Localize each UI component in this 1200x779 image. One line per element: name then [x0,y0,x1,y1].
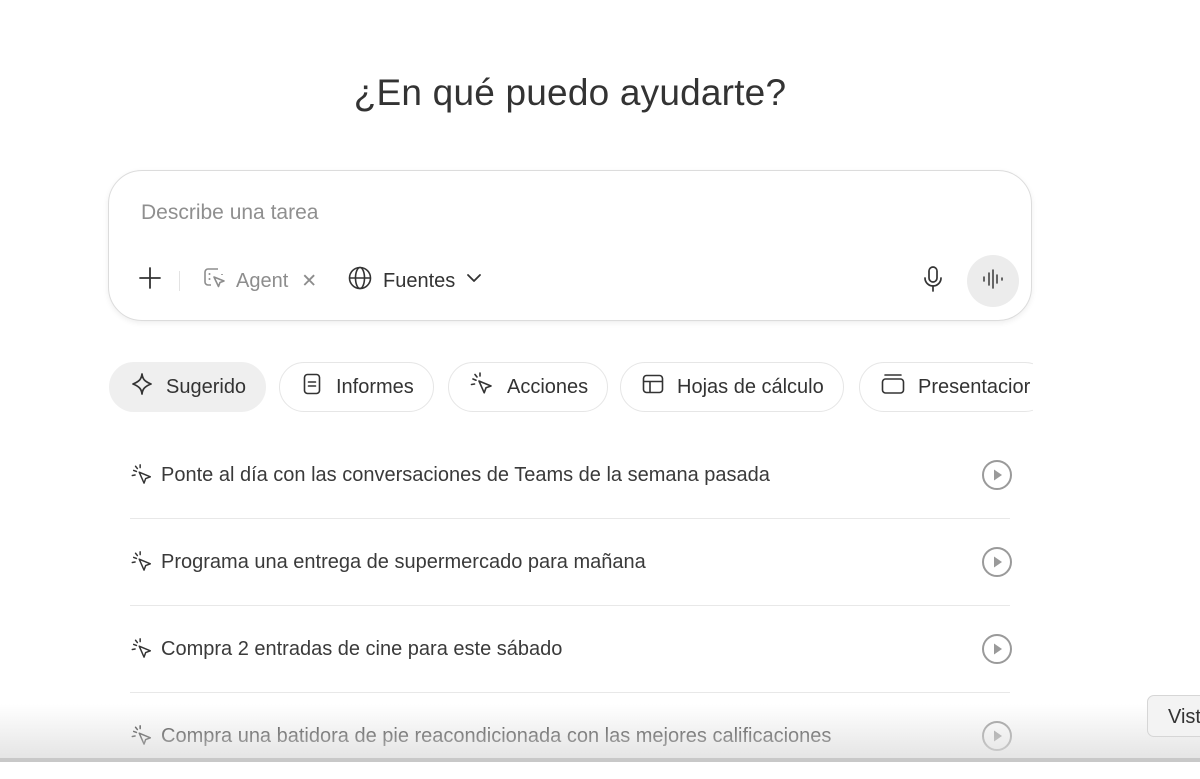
sparkle-icon [130,372,154,402]
bottom-edge [0,758,1200,762]
sound-wave-icon [981,268,1005,295]
slides-icon [880,372,906,402]
suggestion-item[interactable]: Ponte al día con las conversaciones de T… [130,432,1013,519]
microphone-button[interactable] [919,265,947,298]
tooltip: Vist [1147,695,1200,737]
document-icon [300,372,324,402]
suggestion-list: Ponte al día con las conversaciones de T… [130,432,1013,779]
agent-cursor-icon [469,371,495,403]
agent-mode-chip[interactable]: Agent ✕ [201,267,317,295]
agent-label: Agent [236,269,289,292]
play-icon[interactable] [981,546,1013,578]
tab-label: Informes [336,375,414,398]
tab-spreadsheets[interactable]: Hojas de cálculo [620,362,844,412]
tab-presentations[interactable]: Presentacior [859,362,1033,412]
agent-cursor-icon [130,463,154,487]
suggestion-item[interactable]: Programa una entrega de supermercado par… [130,519,1013,606]
play-icon[interactable] [981,633,1013,665]
tab-reports[interactable]: Informes [279,362,434,412]
task-input[interactable] [139,197,843,229]
agent-cursor-icon [130,724,154,748]
play-icon[interactable] [981,720,1013,752]
suggestion-item[interactable]: Compra 2 entradas de cine para este sába… [130,606,1013,693]
task-composer: Agent ✕ Fuentes [108,170,1032,321]
sources-dropdown[interactable]: Fuentes [347,265,483,297]
tab-suggested[interactable]: Sugerido [109,362,267,412]
table-icon [641,372,665,402]
plus-icon [138,266,162,295]
category-tabs: Sugerido Informes Acciones Hojas de cálc… [109,362,1033,416]
agent-cursor-icon [201,265,227,297]
suggestion-text: Compra una batidora de pie reacondiciona… [161,724,832,747]
tab-label: Acciones [507,375,589,398]
agent-cursor-icon [130,550,154,574]
tab-label: Hojas de cálculo [677,375,824,398]
add-attachment-button[interactable] [136,266,164,294]
tab-label: Sugerido [166,375,247,398]
suggestion-text: Ponte al día con las conversaciones de T… [161,463,770,486]
microphone-icon [920,265,946,298]
page-title: ¿En qué puedo ayudarte? [353,72,787,113]
suggestion-text: Programa una entrega de supermercado par… [161,550,646,573]
suggestion-item[interactable]: Compra una batidora de pie reacondiciona… [130,693,1013,779]
agent-remove-button[interactable]: ✕ [301,270,317,293]
suggestion-text: Compra 2 entradas de cine para este sába… [161,637,563,660]
voice-mode-button[interactable] [967,255,1019,307]
chevron-down-icon [465,269,483,293]
tab-actions[interactable]: Acciones [448,362,609,412]
tab-label: Presentacior [918,375,1031,398]
globe-icon [347,265,373,297]
play-icon[interactable] [981,459,1013,491]
agent-cursor-icon [130,637,154,661]
toolbar-divider [179,271,180,291]
sources-label: Fuentes [383,269,456,292]
